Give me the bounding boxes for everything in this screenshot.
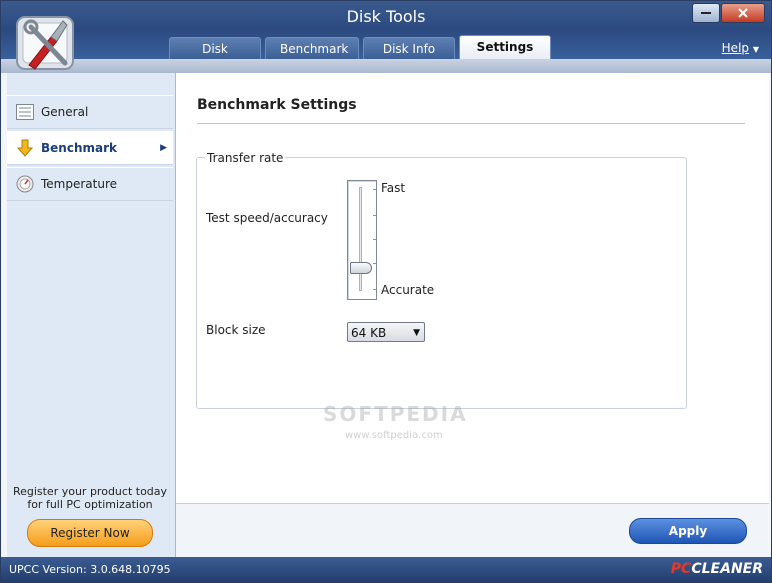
tab-benchmark[interactable]: Benchmark (265, 37, 359, 59)
minimize-icon (701, 12, 711, 14)
fast-label: Fast (381, 181, 406, 195)
sidebar-item-label: General (41, 105, 89, 119)
window-title: Disk Tools (346, 7, 426, 26)
title-divider (197, 123, 745, 124)
slider-thumb[interactable] (350, 262, 372, 275)
gauge-icon (15, 174, 35, 194)
tab-disk-info[interactable]: Disk Info (363, 37, 455, 59)
speed-accuracy-label: Test speed/accuracy (206, 211, 328, 225)
slider-tick (373, 189, 376, 190)
help-menu[interactable]: Help ▼ (722, 41, 759, 55)
register-prompt: Register your product today for full PC … (12, 485, 168, 511)
settings-panel: Benchmark Settings Transfer rate Test sp… (176, 73, 769, 503)
apply-button[interactable]: Apply (629, 518, 747, 544)
close-icon (738, 8, 748, 18)
watermark-url: www.softpedia.com (345, 430, 443, 441)
tab-settings[interactable]: Settings (459, 35, 551, 59)
tab-disk-doctor[interactable]: Disk Doctor (169, 37, 261, 78)
chevron-down-icon: ▼ (752, 45, 759, 54)
slider-tick (373, 215, 376, 216)
sidebar-item-general[interactable]: General (7, 95, 173, 129)
footer-bar: Apply (176, 503, 769, 558)
slider-tick (373, 289, 376, 290)
minimize-button[interactable] (692, 3, 720, 23)
main-tabs: Disk Doctor Benchmark Disk Info Settings (169, 35, 555, 78)
list-icon (15, 102, 35, 122)
pc-cleaner-logo: PCCLEANER (670, 561, 763, 577)
chevron-down-icon: ▼ (413, 328, 420, 338)
slider-track (359, 187, 362, 291)
watermark: SOFTPEDIA (323, 402, 468, 426)
download-arrow-icon (15, 138, 35, 158)
slider-tick (373, 239, 376, 240)
help-label: Help (721, 41, 750, 55)
slider-tick (373, 263, 376, 264)
sidebar-item-temperature[interactable]: Temperature (7, 167, 173, 201)
group-title: Transfer rate (205, 151, 286, 165)
close-button[interactable] (721, 3, 765, 23)
window-controls (691, 3, 765, 23)
register-now-button[interactable]: Register Now (27, 519, 153, 547)
sidebar-item-label: Benchmark (41, 141, 117, 155)
status-bar: UPCC Version: 3.0.648.10795 PCCLEANER (1, 557, 771, 582)
disk-tools-app-icon (16, 16, 74, 70)
sidebar: General Benchmark ▶ Temperature Register… (7, 73, 176, 557)
version-text: UPCC Version: 3.0.648.10795 (9, 563, 171, 576)
sidebar-item-benchmark[interactable]: Benchmark ▶ (7, 131, 173, 165)
transfer-rate-group: Transfer rate Test speed/accuracy Fast A… (196, 151, 687, 441)
app-window: Disk Tools Disk Doctor Benchmark Disk In… (0, 0, 772, 583)
accurate-label: Accurate (381, 283, 435, 297)
block-size-label: Block size (206, 323, 266, 337)
speed-accuracy-slider[interactable] (347, 180, 377, 300)
sidebar-list: General Benchmark ▶ Temperature (7, 95, 173, 203)
page-title: Benchmark Settings (197, 97, 357, 113)
chevron-right-icon: ▶ (160, 143, 167, 153)
sidebar-item-label: Temperature (41, 177, 118, 191)
tab-band (1, 59, 771, 73)
block-size-value: 64 KB (351, 326, 387, 340)
block-size-select[interactable]: 64 KB ▼ (347, 322, 425, 342)
